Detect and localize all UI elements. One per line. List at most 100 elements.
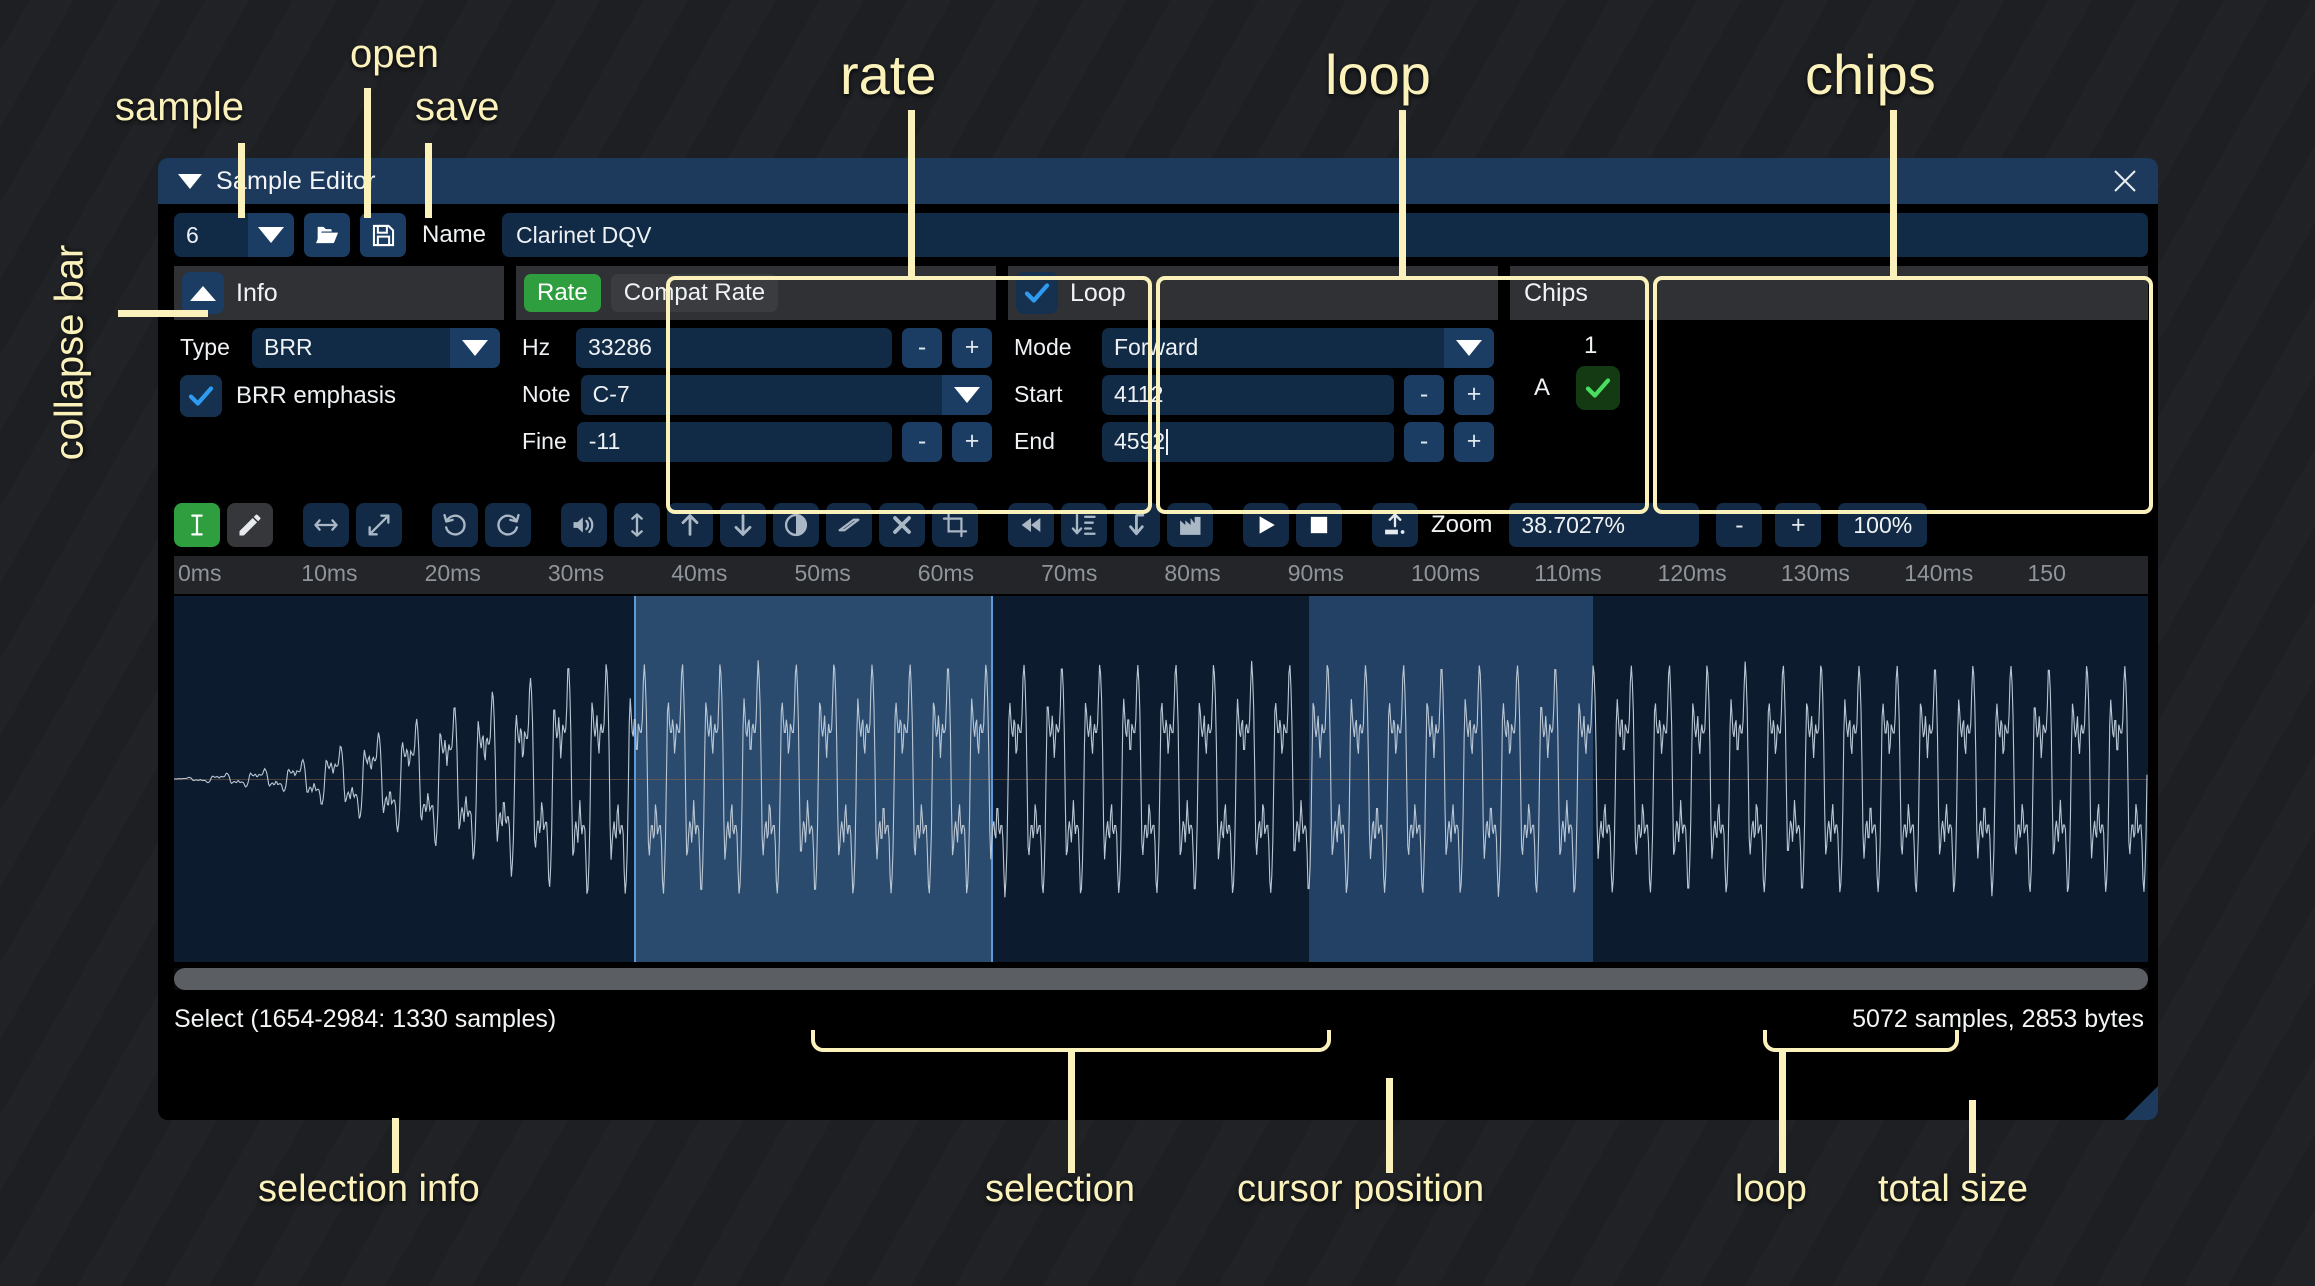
ruler-tick: 140ms xyxy=(1904,560,1974,586)
triangle-down-icon[interactable] xyxy=(178,173,202,189)
loop-end-decrement-button[interactable]: - xyxy=(1404,421,1444,462)
volume-icon[interactable] xyxy=(561,503,607,547)
loop-panel-header: Loop xyxy=(1008,266,1498,320)
loop-mode-select[interactable]: Forward xyxy=(1102,327,1494,368)
export-upload-icon[interactable] xyxy=(1372,503,1418,547)
crop-icon[interactable] xyxy=(932,503,978,547)
hz-label: Hz xyxy=(522,334,551,360)
type-row: Type BRR xyxy=(174,324,504,371)
chips-enable-checkbox[interactable] xyxy=(1576,366,1621,410)
chevron-down-icon[interactable] xyxy=(248,213,294,257)
loop-end-increment-button[interactable]: + xyxy=(1454,421,1494,462)
arrow-up-icon[interactable] xyxy=(667,503,713,547)
loop-end-input[interactable]: 4592 xyxy=(1102,421,1394,462)
zoom-input[interactable]: 38.7027% xyxy=(1509,503,1700,547)
loop-start-decrement-button[interactable]: - xyxy=(1404,374,1444,415)
sample-name-input[interactable]: Clarinet DQV xyxy=(502,213,2148,257)
annotation-loop-bottom: loop xyxy=(1735,1168,1807,1210)
delete-x-icon[interactable] xyxy=(879,503,925,547)
zoom-in-button[interactable]: + xyxy=(1775,503,1822,547)
type-select[interactable]: BRR xyxy=(252,327,500,368)
hz-increment-button[interactable]: + xyxy=(952,327,992,368)
chevron-down-icon[interactable] xyxy=(450,327,500,368)
save-disk-icon[interactable] xyxy=(360,213,406,257)
note-label: Note xyxy=(522,381,571,407)
loop-start-input[interactable]: 4112 xyxy=(1102,374,1394,415)
undo-icon[interactable] xyxy=(432,503,478,547)
annotation-selection-info: selection info xyxy=(258,1168,480,1210)
fine-input[interactable]: -11 xyxy=(576,421,892,462)
zoom-reset-button[interactable]: 100% xyxy=(1838,503,1928,547)
ruler-tick: 110ms xyxy=(1534,560,1602,586)
sample-index-select[interactable]: 6 xyxy=(174,213,294,257)
loop-mode-label: Mode xyxy=(1014,334,1072,360)
horizontal-scrollbar[interactable] xyxy=(174,968,2148,990)
ruler-tick: 120ms xyxy=(1657,560,1727,586)
type-value: BRR xyxy=(264,334,313,360)
arrow-down-icon[interactable] xyxy=(720,503,766,547)
fine-row: Fine -11 - + xyxy=(516,418,996,465)
rate-tab[interactable]: Rate xyxy=(524,274,601,312)
stop-icon[interactable] xyxy=(1296,503,1342,547)
chips-panel-header: Chips xyxy=(1510,266,2148,320)
resize-horizontal-icon[interactable] xyxy=(303,503,349,547)
rewind-icon[interactable] xyxy=(1008,503,1054,547)
annotation-collapse-bar: collapse bar xyxy=(47,244,92,461)
scrollbar-thumb[interactable] xyxy=(174,968,2148,990)
note-row: Note C-7 xyxy=(516,371,996,418)
ruler-tick: 50ms xyxy=(794,560,851,586)
contrast-icon[interactable] xyxy=(773,503,819,547)
fine-decrement-button[interactable]: - xyxy=(902,421,942,462)
loop-enable-checkbox[interactable] xyxy=(1016,272,1058,314)
annotation-save: save xyxy=(415,85,500,129)
loop-start-increment-button[interactable]: + xyxy=(1454,374,1494,415)
loop-end-label: End xyxy=(1014,428,1055,454)
note-select[interactable]: C-7 xyxy=(580,374,992,415)
hz-input[interactable]: 33286 xyxy=(576,327,892,368)
chevron-up-icon[interactable] xyxy=(182,272,224,314)
leader-selection-info xyxy=(392,1118,399,1173)
fine-label: Fine xyxy=(522,428,567,454)
hz-decrement-button[interactable]: - xyxy=(902,327,942,368)
waveform-trace xyxy=(174,660,2148,898)
rate-panel: Rate Compat Rate Hz 33286 - + Note C-7 F… xyxy=(516,266,996,494)
brr-emphasis-checkbox[interactable] xyxy=(180,375,222,417)
time-ruler[interactable]: 0ms 10ms 20ms 30ms 40ms 50ms 60ms 70ms 80ms 90ms 1… xyxy=(174,556,2148,594)
arrows-vertical-icon[interactable] xyxy=(614,503,660,547)
arrow-turn-down-icon[interactable] xyxy=(1114,503,1160,547)
eraser-icon[interactable] xyxy=(826,503,872,547)
annotation-chips: chips xyxy=(1805,43,1936,106)
rate-panel-header: Rate Compat Rate xyxy=(516,266,996,320)
annotation-sample: sample xyxy=(115,85,244,129)
chevron-down-icon[interactable] xyxy=(942,374,992,415)
resize-diagonal-icon[interactable] xyxy=(356,503,402,547)
brr-emphasis-label: BRR emphasis xyxy=(236,382,397,409)
chevron-down-icon[interactable] xyxy=(1444,327,1494,368)
ruler-tick: 90ms xyxy=(1287,560,1344,586)
waveform-chart-icon[interactable] xyxy=(1167,503,1213,547)
ruler-tick: 100ms xyxy=(1411,560,1481,586)
waveform-canvas[interactable] xyxy=(174,596,2148,962)
edit-toolbar: Zoom 38.7027% - + 100% xyxy=(158,494,2158,556)
info-panel-title: Info xyxy=(236,278,278,307)
play-icon[interactable] xyxy=(1243,503,1289,547)
chips-panel-title: Chips xyxy=(1524,278,1588,307)
loop-panel-title: Loop xyxy=(1070,278,1126,307)
open-folder-icon[interactable] xyxy=(304,213,350,257)
close-icon[interactable] xyxy=(2108,164,2142,198)
hz-row: Hz 33286 - + xyxy=(516,324,996,371)
compat-rate-tab[interactable]: Compat Rate xyxy=(610,274,779,312)
window-titlebar[interactable]: Sample Editor xyxy=(158,158,2158,204)
pencil-tool[interactable] xyxy=(227,503,273,547)
resize-corner-handle[interactable] xyxy=(2124,1086,2158,1120)
redo-icon[interactable] xyxy=(485,503,531,547)
select-tool[interactable] xyxy=(174,503,220,547)
ruler-tick: 130ms xyxy=(1780,560,1850,586)
ruler-tick: 70ms xyxy=(1041,560,1098,586)
chips-column-header: 1 xyxy=(1584,332,1598,359)
fine-increment-button[interactable]: + xyxy=(952,421,992,462)
ruler-tick: 0ms xyxy=(178,560,222,586)
zoom-out-button[interactable]: - xyxy=(1716,503,1763,547)
total-size-text: 5072 samples, 2853 bytes xyxy=(1852,1004,2144,1033)
sort-descending-icon[interactable] xyxy=(1061,503,1107,547)
